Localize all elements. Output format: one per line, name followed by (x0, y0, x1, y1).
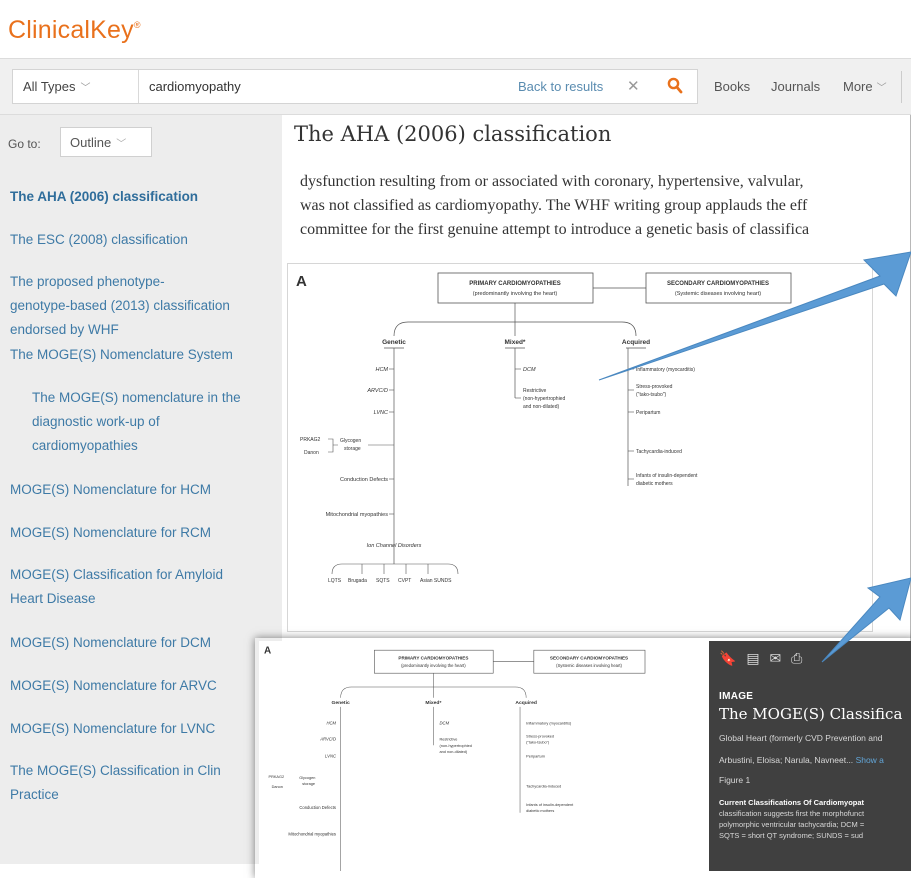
callout-arrow (598, 251, 911, 381)
callout-arrows (598, 251, 911, 663)
callout-arrow (821, 577, 911, 663)
